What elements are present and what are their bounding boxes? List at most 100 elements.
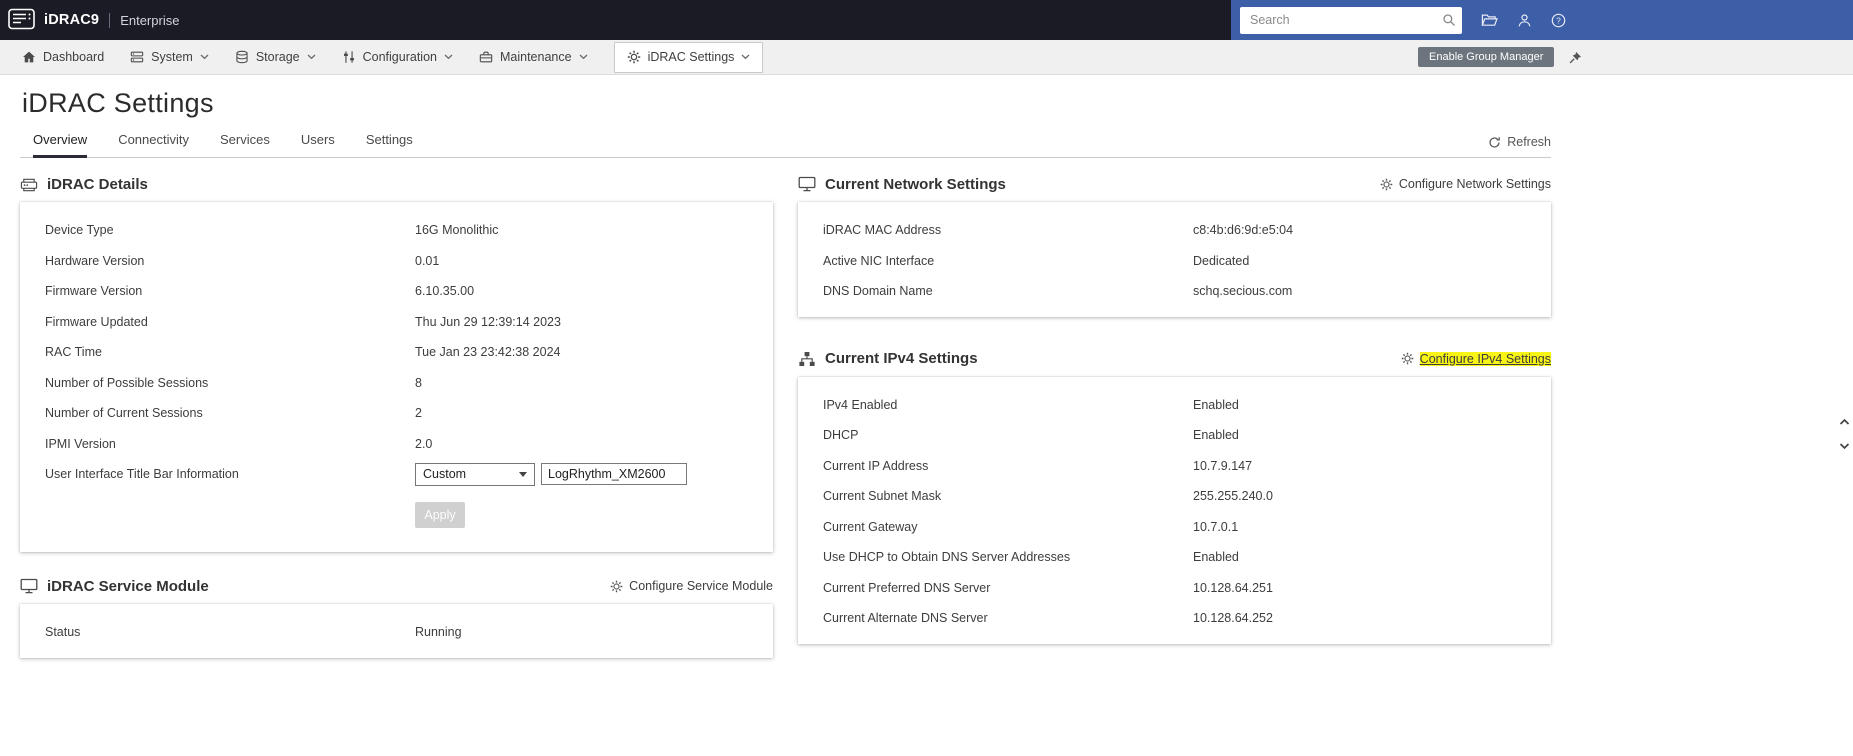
row-label: IPv4 Enabled: [823, 397, 898, 412]
configure-network-settings-link[interactable]: Configure Network Settings: [1380, 177, 1551, 191]
detail-row: Current Gateway 10.7.0.1: [798, 512, 1551, 543]
row-label: Current IP Address: [823, 458, 929, 473]
chevron-down-icon: [444, 54, 453, 60]
row-label: Current Subnet Mask: [823, 489, 942, 504]
detail-row: Current Alternate DNS Server 10.128.64.25…: [798, 603, 1551, 634]
nav-configuration[interactable]: Configuration: [342, 40, 453, 74]
sliders-icon: [342, 50, 356, 64]
monitor-icon: [798, 176, 816, 192]
row-label: Firmware Updated: [45, 314, 148, 329]
chevron-down-icon: [307, 54, 316, 60]
row-value: Thu Jun 29 12:39:14 2023: [415, 314, 561, 329]
nav-maintenance[interactable]: Maintenance: [479, 40, 588, 74]
search-input[interactable]: [1240, 13, 1436, 27]
left-column: iDRAC Details Device Type 16G Monolithic …: [20, 166, 773, 658]
search-icon[interactable]: [1436, 13, 1462, 27]
row-label: Device Type: [45, 223, 114, 238]
detail-row: iDRAC MAC Address c8:4b:d6:9d:e5:04: [798, 215, 1551, 246]
enable-group-manager-button[interactable]: Enable Group Manager: [1418, 47, 1555, 67]
svg-text:?: ?: [1556, 15, 1561, 25]
action-label-highlighted: Configure IPv4 Settings: [1419, 351, 1551, 366]
nav-system[interactable]: System: [130, 40, 209, 74]
action-label: Configure Network Settings: [1398, 177, 1551, 191]
row-value: 10.7.0.1: [1193, 519, 1239, 534]
detail-row: IPMI Version 2.0: [20, 429, 773, 460]
scroll-down-button[interactable]: [1839, 442, 1850, 450]
action-label: Configure Service Module: [629, 579, 773, 593]
nav-label: Maintenance: [499, 50, 572, 64]
card-title: Current IPv4 Settings: [825, 350, 978, 367]
card-title: iDRAC Details: [47, 175, 148, 193]
tab-users[interactable]: Users: [301, 132, 335, 158]
row-value: 255.255.240.0: [1193, 489, 1273, 504]
nav-label: iDRAC Settings: [647, 50, 735, 64]
chevron-down-icon: [579, 54, 588, 60]
tab-settings[interactable]: Settings: [366, 132, 413, 158]
server-icon: [130, 50, 144, 64]
card-panel: Status Running: [20, 604, 773, 658]
row-label: iDRAC MAC Address: [823, 223, 942, 238]
row-label: RAC Time: [45, 345, 102, 360]
row-value: Enabled: [1193, 428, 1239, 443]
configure-ipv4-settings-link[interactable]: Configure IPv4 Settings: [1401, 351, 1551, 366]
row-value: 10.128.64.252: [1193, 611, 1273, 626]
row-value: Enabled: [1193, 550, 1239, 565]
configure-service-module-link[interactable]: Configure Service Module: [610, 579, 773, 593]
row-label: Number of Current Sessions: [45, 406, 203, 421]
tab-overview[interactable]: Overview: [33, 132, 88, 158]
nav-dashboard[interactable]: Dashboard: [22, 40, 104, 74]
content-grid: iDRAC Details Device Type 16G Monolithic …: [20, 166, 1551, 658]
card-panel: Device Type 16G Monolithic Hardware Versi…: [20, 202, 773, 552]
monitor-icon: [20, 578, 38, 594]
row-label: Hardware Version: [45, 253, 145, 268]
help-icon[interactable]: ?: [1551, 13, 1566, 28]
scroll-up-button[interactable]: [1839, 418, 1850, 426]
right-column: Current Network Settings Configure Netwo…: [798, 166, 1551, 644]
detail-row: RAC Time Tue Jan 23 23:42:38 2024: [20, 337, 773, 368]
main-nav: Dashboard System Storage Configuration M…: [0, 40, 1853, 75]
storage-icon: [235, 50, 249, 64]
gear-icon: [1401, 352, 1414, 365]
nav-label: Configuration: [362, 50, 437, 64]
row-label: Firmware Version: [45, 284, 143, 299]
chevron-down-icon: [200, 54, 209, 60]
detail-row: IPv4 Enabled Enabled: [798, 390, 1551, 421]
row-value: schq.secious.com: [1193, 284, 1293, 299]
select-caret-icon: [519, 471, 527, 477]
apply-button[interactable]: Apply: [415, 501, 465, 528]
detail-row: Hardware Version 0.01: [20, 246, 773, 277]
nav-label: Storage: [255, 50, 300, 64]
title-bar-mode-select[interactable]: Custom: [415, 462, 535, 486]
pin-icon[interactable]: [1568, 50, 1583, 65]
card-service-module: iDRAC Service Module Configure Service M…: [20, 568, 773, 658]
row-label: User Interface Title Bar Information: [45, 467, 239, 482]
card-network-settings: Current Network Settings Configure Netwo…: [798, 166, 1551, 317]
title-bar-row: User Interface Title Bar Information Cus…: [20, 459, 773, 490]
title-bar-text-input[interactable]: [541, 463, 687, 486]
page-container: iDRAC Settings Overview Connectivity Ser…: [0, 88, 1560, 658]
refresh-button[interactable]: Refresh: [1488, 135, 1551, 149]
top-header: iDRAC9 Enterprise ?: [0, 0, 1853, 40]
tab-bar: Overview Connectivity Services Users Set…: [20, 128, 1551, 158]
detail-row: Device Type 16G Monolithic: [20, 215, 773, 246]
nav-idrac-settings[interactable]: iDRAC Settings: [613, 41, 764, 73]
select-value: Custom: [423, 467, 467, 482]
user-icon[interactable]: [1517, 13, 1532, 28]
search-box: [1240, 6, 1462, 34]
card-header: Current IPv4 Settings Configure IPv4 Set…: [798, 341, 1551, 377]
page-title: iDRAC Settings: [22, 88, 214, 118]
home-icon: [22, 50, 36, 64]
card-ipv4-settings: Current IPv4 Settings Configure IPv4 Set…: [798, 341, 1551, 644]
card-panel: iDRAC MAC Address c8:4b:d6:9d:e5:04 Activ…: [798, 202, 1551, 317]
row-label: Active NIC Interface: [823, 253, 935, 268]
row-label: IPMI Version: [45, 436, 116, 451]
tab-connectivity[interactable]: Connectivity: [118, 132, 189, 158]
detail-row: DHCP Enabled: [798, 420, 1551, 451]
detail-row: Firmware Updated Thu Jun 29 12:39:14 2023: [20, 307, 773, 338]
nav-storage[interactable]: Storage: [235, 40, 316, 74]
detail-row: Current Preferred DNS Server 10.128.64.25…: [798, 573, 1551, 604]
header-right-section: ?: [1231, 0, 1853, 40]
tab-services[interactable]: Services: [220, 132, 270, 158]
chevron-down-icon: [741, 54, 750, 60]
folder-icon[interactable]: [1481, 13, 1498, 27]
